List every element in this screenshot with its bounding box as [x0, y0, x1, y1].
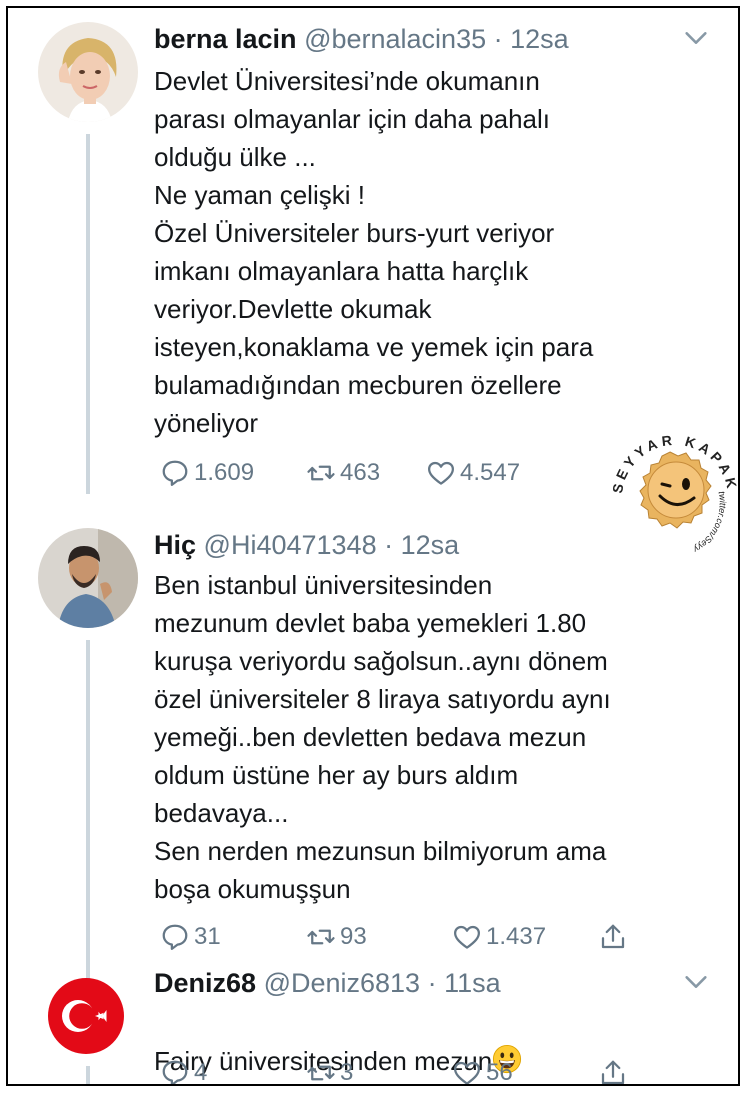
- reply-button[interactable]: 31: [160, 920, 221, 954]
- tweet-hic: Hiç @Hi40471348 · 12sa Ben istanbul üniv…: [8, 528, 738, 980]
- retweet-icon: [307, 1065, 335, 1081]
- timestamp[interactable]: 12sa: [510, 24, 569, 54]
- like-count: 1.437: [486, 923, 547, 950]
- separator: ·: [493, 24, 503, 54]
- display-name[interactable]: Hiç: [154, 530, 196, 560]
- tweet-actions: 1.609 463 4.547: [154, 456, 654, 490]
- timestamp[interactable]: 12sa: [401, 530, 460, 560]
- like-icon: [454, 925, 480, 949]
- avatar[interactable]: [38, 22, 138, 122]
- retweet-icon: [307, 929, 335, 945]
- chevron-down-icon[interactable]: [682, 24, 710, 52]
- like-button[interactable]: 1.437: [452, 920, 546, 954]
- avatar[interactable]: [38, 528, 138, 628]
- seyyar-kapakci-watermark: SEYYAR KAPAKÇI twitter.com/SeyyarKapakci: [600, 420, 737, 555]
- reply-button[interactable]: 1.609: [160, 456, 254, 490]
- user-handle[interactable]: @Deniz6813: [264, 968, 421, 998]
- tweet-actions: 31 93 1.437: [154, 920, 654, 954]
- tweet-header: berna lacin @bernalacin35 · 12sa: [154, 22, 569, 56]
- share-icon: [601, 924, 625, 949]
- retweet-icon: [307, 465, 335, 481]
- thread-line: [86, 1066, 90, 1084]
- tweet-text: Ben istanbul üniversitesinden mezunum de…: [154, 570, 611, 904]
- tweet-actions: 4 3 56: [154, 1056, 654, 1086]
- tweet-header: Hiç @Hi40471348 · 12sa: [154, 528, 459, 562]
- thread-line: [86, 134, 90, 494]
- reply-button[interactable]: 4: [160, 1056, 208, 1086]
- tweet-text: Devlet Üniversitesi’nde okumanın parası …: [154, 66, 594, 438]
- share-button[interactable]: [598, 1056, 632, 1084]
- retweet-button[interactable]: 3: [306, 1056, 354, 1086]
- timestamp[interactable]: 11sa: [444, 968, 501, 998]
- tweet-thread-screenshot: berna lacin @bernalacin35 · 12sa Devlet …: [6, 6, 740, 1086]
- reply-count: 4: [194, 1059, 208, 1086]
- chevron-down-icon[interactable]: [682, 968, 710, 996]
- reply-icon: [162, 924, 188, 950]
- share-button[interactable]: [598, 920, 632, 954]
- retweet-button[interactable]: 93: [306, 920, 367, 954]
- like-button[interactable]: 4.547: [426, 456, 520, 490]
- user-handle[interactable]: @bernalacin35: [304, 24, 486, 54]
- like-button[interactable]: 56: [452, 1056, 513, 1086]
- display-name[interactable]: Deniz68: [154, 968, 256, 998]
- like-count: 4.547: [460, 459, 521, 486]
- retweet-count: 463: [340, 459, 381, 486]
- user-handle[interactable]: @Hi40471348: [204, 530, 377, 560]
- reply-icon: [162, 460, 188, 486]
- like-icon: [428, 461, 454, 485]
- avatar[interactable]: [48, 978, 124, 1054]
- tweet-deniz: Deniz68 @Deniz6813 · 11sa Fairy üniversi…: [8, 966, 738, 1086]
- reply-count: 1.609: [194, 459, 255, 486]
- like-icon: [454, 1061, 480, 1084]
- separator: ·: [384, 530, 394, 560]
- separator: ·: [427, 968, 437, 998]
- retweet-button[interactable]: 463: [306, 456, 380, 490]
- thread-line: [86, 640, 90, 980]
- reply-icon: [162, 1060, 188, 1084]
- like-count: 56: [486, 1059, 513, 1086]
- retweet-count: 3: [340, 1059, 354, 1086]
- tweet-header: Deniz68 @Deniz6813 · 11sa: [154, 966, 501, 1000]
- share-icon: [601, 1060, 625, 1084]
- display-name[interactable]: berna lacin: [154, 24, 297, 54]
- reply-count: 31: [194, 923, 221, 950]
- retweet-count: 93: [340, 923, 367, 950]
